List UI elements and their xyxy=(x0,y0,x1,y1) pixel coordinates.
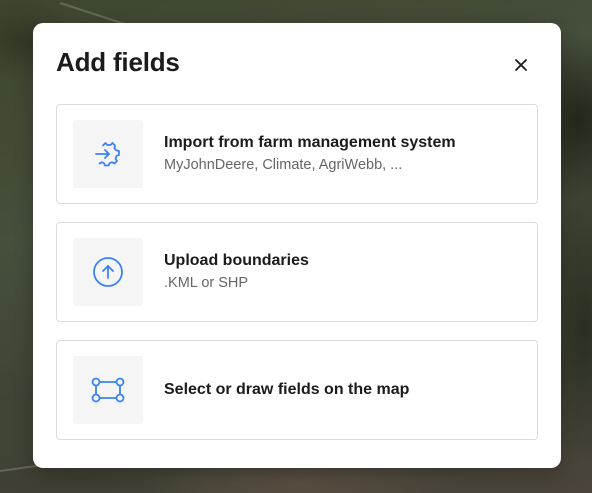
import-gear-icon xyxy=(95,142,120,167)
option-icon-box xyxy=(73,238,143,306)
upload-arrow-icon xyxy=(93,257,123,287)
option-title: Import from farm management system xyxy=(164,134,456,151)
option-icon-box xyxy=(73,120,143,188)
close-button[interactable] xyxy=(508,52,534,78)
option-import-fms[interactable]: Import from farm management system MyJoh… xyxy=(56,104,538,204)
option-select-draw[interactable]: Select or draw fields on the map xyxy=(56,340,538,440)
option-subtitle: .KML or SHP xyxy=(164,275,249,291)
option-text: Select or draw fields on the map xyxy=(164,341,525,439)
draw-shape-icon xyxy=(91,377,125,403)
option-title: Select or draw fields on the map xyxy=(164,381,410,398)
dialog-title: Add fields xyxy=(56,47,180,77)
option-title: Upload boundaries xyxy=(164,252,309,269)
add-fields-dialog: Add fields Import from farm management s… xyxy=(33,23,561,468)
close-icon xyxy=(515,59,527,71)
option-text: Upload boundaries .KML or SHP xyxy=(164,223,525,321)
option-icon-box xyxy=(73,356,143,424)
option-upload-boundaries[interactable]: Upload boundaries .KML or SHP xyxy=(56,222,538,322)
option-subtitle: MyJohnDeere, Climate, AgriWebb, ... xyxy=(164,157,403,173)
option-text: Import from farm management system MyJoh… xyxy=(164,105,525,203)
